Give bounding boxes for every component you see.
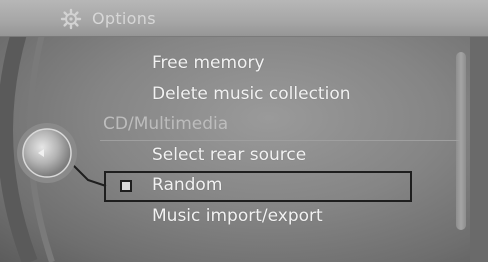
selection-highlight[interactable] bbox=[104, 171, 412, 202]
header-bar: Options bbox=[0, 0, 488, 37]
menu-item-random[interactable]: Random bbox=[152, 175, 222, 195]
menu-item-free-memory[interactable]: Free memory bbox=[152, 53, 265, 73]
section-label-cd-multimedia: CD/Multimedia bbox=[103, 114, 229, 134]
scroll-track[interactable] bbox=[456, 52, 466, 230]
section-divider bbox=[100, 140, 460, 141]
settings-gear-icon bbox=[60, 8, 82, 30]
idrive-screen: Options Free memory Delete music collect… bbox=[0, 0, 488, 262]
menu-item-music-import-export[interactable]: Music import/export bbox=[152, 206, 323, 226]
menu-item-select-rear-source[interactable]: Select rear source bbox=[152, 145, 306, 165]
random-checkbox[interactable] bbox=[120, 180, 132, 192]
right-edge-shade bbox=[470, 0, 488, 262]
page-title: Options bbox=[92, 9, 156, 28]
idrive-controller-knob-icon bbox=[17, 123, 77, 183]
menu-item-delete-music-collection[interactable]: Delete music collection bbox=[152, 84, 351, 104]
